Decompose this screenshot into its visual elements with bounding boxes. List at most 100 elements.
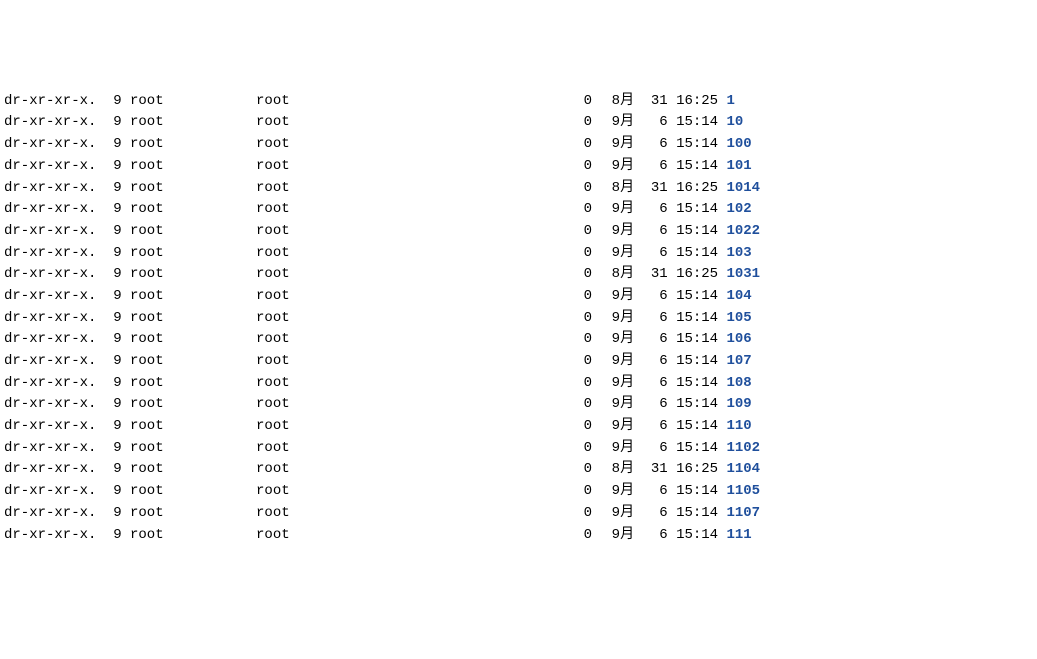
file-permissions: dr-xr-xr-x. — [4, 525, 96, 547]
file-name[interactable]: 1102 — [718, 438, 760, 460]
file-time: 15:14 — [668, 329, 718, 351]
file-day: 6 — [634, 221, 668, 243]
file-name[interactable]: 101 — [718, 156, 752, 178]
file-permissions: dr-xr-xr-x. — [4, 416, 96, 438]
listing-row: dr-xr-xr-x.9rootroot08月3116:251014 — [4, 178, 1037, 200]
file-name[interactable]: 1 — [718, 91, 735, 113]
file-owner: root — [122, 329, 256, 351]
file-size: 0 — [567, 264, 592, 286]
listing-row: dr-xr-xr-x.9rootroot09月615:14109 — [4, 394, 1037, 416]
listing-row: dr-xr-xr-x.9rootroot09月615:14102 — [4, 199, 1037, 221]
file-day: 6 — [634, 373, 668, 395]
file-time: 15:14 — [668, 243, 718, 265]
file-time: 15:14 — [668, 394, 718, 416]
file-month: 8月 — [592, 91, 634, 113]
file-owner: root — [122, 286, 256, 308]
link-count: 9 — [96, 394, 121, 416]
file-owner: root — [122, 438, 256, 460]
file-month: 9月 — [592, 221, 634, 243]
file-name[interactable]: 10 — [718, 112, 743, 134]
file-size: 0 — [567, 329, 592, 351]
file-month: 9月 — [592, 351, 634, 373]
file-size: 0 — [567, 394, 592, 416]
file-time: 15:14 — [668, 416, 718, 438]
file-time: 16:25 — [668, 264, 718, 286]
listing-row: dr-xr-xr-x.9rootroot09月615:141105 — [4, 481, 1037, 503]
file-name[interactable]: 102 — [718, 199, 752, 221]
file-name[interactable]: 111 — [718, 525, 752, 547]
file-day: 31 — [634, 264, 668, 286]
file-time: 15:14 — [668, 503, 718, 525]
file-owner: root — [122, 178, 256, 200]
listing-row: dr-xr-xr-x.9rootroot09月615:14105 — [4, 308, 1037, 330]
listing-row: dr-xr-xr-x.9rootroot09月615:1410 — [4, 112, 1037, 134]
file-owner: root — [122, 221, 256, 243]
file-name[interactable]: 100 — [718, 134, 752, 156]
file-day: 31 — [634, 178, 668, 200]
file-owner: root — [122, 264, 256, 286]
file-name[interactable]: 1022 — [718, 221, 760, 243]
listing-row: dr-xr-xr-x.9rootroot09月615:14101 — [4, 156, 1037, 178]
link-count: 9 — [96, 308, 121, 330]
file-time: 15:14 — [668, 221, 718, 243]
file-name[interactable]: 1105 — [718, 481, 760, 503]
file-permissions: dr-xr-xr-x. — [4, 264, 96, 286]
file-group: root — [256, 243, 567, 265]
file-permissions: dr-xr-xr-x. — [4, 438, 96, 460]
file-size: 0 — [567, 416, 592, 438]
file-group: root — [256, 221, 567, 243]
file-size: 0 — [567, 221, 592, 243]
file-group: root — [256, 503, 567, 525]
file-day: 6 — [634, 416, 668, 438]
file-day: 31 — [634, 459, 668, 481]
file-time: 15:14 — [668, 351, 718, 373]
file-time: 15:14 — [668, 373, 718, 395]
file-time: 15:14 — [668, 112, 718, 134]
file-size: 0 — [567, 525, 592, 547]
file-name[interactable]: 1107 — [718, 503, 760, 525]
file-time: 16:25 — [668, 91, 718, 113]
file-group: root — [256, 134, 567, 156]
file-name[interactable]: 103 — [718, 243, 752, 265]
file-month: 9月 — [592, 416, 634, 438]
file-name[interactable]: 105 — [718, 308, 752, 330]
file-day: 6 — [634, 525, 668, 547]
file-permissions: dr-xr-xr-x. — [4, 134, 96, 156]
file-name[interactable]: 106 — [718, 329, 752, 351]
link-count: 9 — [96, 459, 121, 481]
file-group: root — [256, 286, 567, 308]
file-month: 9月 — [592, 503, 634, 525]
file-group: root — [256, 351, 567, 373]
file-month: 9月 — [592, 438, 634, 460]
file-owner: root — [122, 351, 256, 373]
file-size: 0 — [567, 351, 592, 373]
file-name[interactable]: 107 — [718, 351, 752, 373]
file-name[interactable]: 104 — [718, 286, 752, 308]
file-permissions: dr-xr-xr-x. — [4, 178, 96, 200]
listing-row: dr-xr-xr-x.9rootroot09月615:14104 — [4, 286, 1037, 308]
file-day: 6 — [634, 286, 668, 308]
file-group: root — [256, 416, 567, 438]
file-name[interactable]: 110 — [718, 416, 752, 438]
file-time: 15:14 — [668, 525, 718, 547]
file-size: 0 — [567, 373, 592, 395]
file-group: root — [256, 199, 567, 221]
file-time: 15:14 — [668, 438, 718, 460]
listing-row: dr-xr-xr-x.9rootroot09月615:14111 — [4, 525, 1037, 547]
link-count: 9 — [96, 112, 121, 134]
file-name[interactable]: 108 — [718, 373, 752, 395]
link-count: 9 — [96, 416, 121, 438]
file-name[interactable]: 1104 — [718, 459, 760, 481]
file-permissions: dr-xr-xr-x. — [4, 156, 96, 178]
file-name[interactable]: 109 — [718, 394, 752, 416]
file-day: 6 — [634, 243, 668, 265]
file-month: 9月 — [592, 199, 634, 221]
file-owner: root — [122, 481, 256, 503]
link-count: 9 — [96, 481, 121, 503]
file-size: 0 — [567, 134, 592, 156]
file-size: 0 — [567, 503, 592, 525]
file-size: 0 — [567, 438, 592, 460]
directory-listing: dr-xr-xr-x.9rootroot08月3116:251dr-xr-xr-… — [4, 91, 1037, 546]
file-name[interactable]: 1014 — [718, 178, 760, 200]
file-name[interactable]: 1031 — [718, 264, 760, 286]
